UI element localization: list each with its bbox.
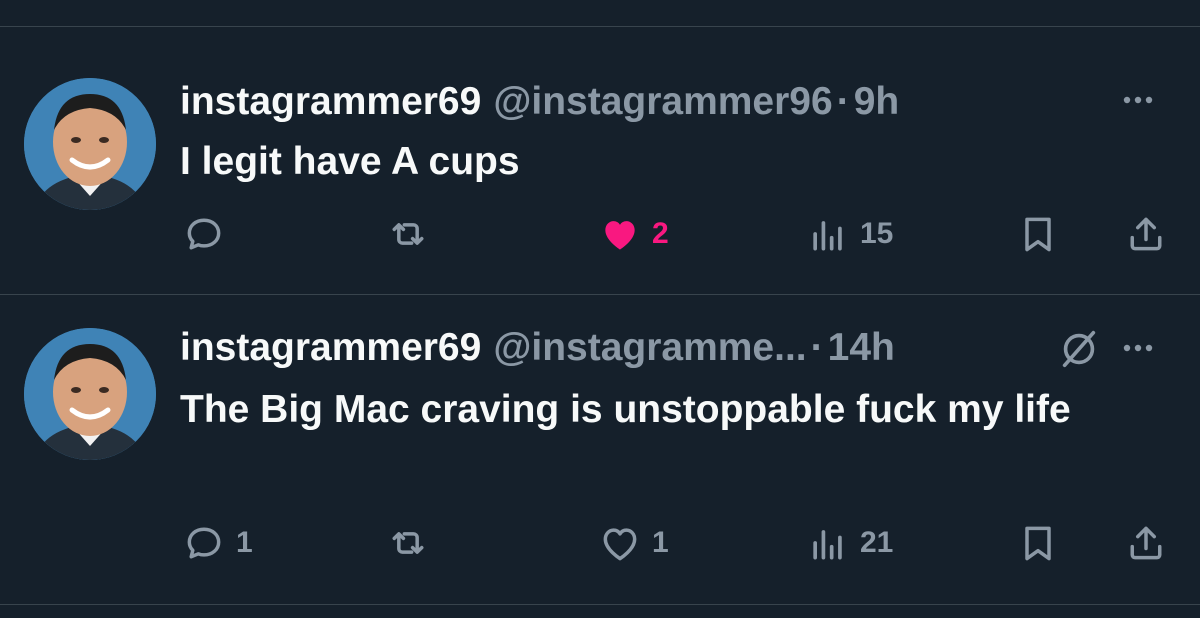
separator: · [836, 80, 850, 123]
share-icon [1124, 212, 1168, 256]
tweet-header: instagrammer69 @instagrammer96 · 9h [180, 76, 899, 128]
handle[interactable]: @instagramme... [493, 322, 806, 374]
timestamp[interactable]: 14h [828, 322, 895, 374]
reply-count: 1 [236, 526, 253, 559]
display-name[interactable]: instagrammer69 [180, 322, 481, 374]
reply-icon [182, 212, 226, 256]
tweet-text: The Big Mac craving is unstoppable fuck … [180, 388, 1071, 431]
divider-middle [0, 294, 1200, 295]
divider-top [0, 26, 1200, 27]
views-icon [806, 521, 850, 565]
grok-icon[interactable] [1056, 326, 1102, 372]
retweet-icon [386, 212, 430, 256]
bookmark-button[interactable] [1016, 209, 1060, 259]
views-button[interactable]: 21 [806, 518, 893, 568]
retweet-button[interactable] [386, 518, 440, 568]
tweet[interactable]: instagrammer69 @instagramme... · 14h The… [0, 322, 1200, 592]
like-count: 1 [652, 526, 669, 559]
share-button[interactable] [1124, 518, 1168, 568]
handle[interactable]: @instagrammer96 [493, 76, 832, 128]
share-button[interactable] [1124, 209, 1168, 259]
tweet-text: I legit have A cups [180, 140, 520, 183]
share-icon [1124, 521, 1168, 565]
bookmark-icon [1016, 212, 1060, 256]
views-count: 15 [860, 217, 894, 250]
tweet-feed: instagrammer69 @instagrammer96 · 9h I le… [0, 0, 1200, 618]
display-name[interactable]: instagrammer69 [180, 76, 481, 128]
more-icon[interactable] [1118, 80, 1158, 120]
separator: · [810, 326, 824, 369]
more-icon[interactable] [1118, 328, 1158, 368]
action-bar: 1 1 21 [0, 518, 1200, 568]
divider-bottom [0, 604, 1200, 605]
bookmark-button[interactable] [1016, 518, 1060, 568]
reply-icon [182, 521, 226, 565]
views-count: 21 [860, 526, 894, 559]
heart-filled-icon [598, 212, 642, 256]
like-count: 2 [652, 217, 669, 250]
reply-button[interactable]: 1 [182, 518, 253, 568]
like-button[interactable]: 2 [598, 209, 669, 259]
tweet[interactable]: instagrammer69 @instagrammer96 · 9h I le… [0, 76, 1200, 276]
views-icon [806, 212, 850, 256]
timestamp[interactable]: 9h [854, 76, 900, 128]
avatar[interactable] [24, 78, 156, 210]
tweet-header: instagrammer69 @instagramme... · 14h [180, 322, 895, 374]
like-button[interactable]: 1 [598, 518, 669, 568]
retweet-icon [386, 521, 430, 565]
action-bar: 2 15 [0, 209, 1200, 259]
views-button[interactable]: 15 [806, 209, 893, 259]
reply-button[interactable] [182, 209, 236, 259]
bookmark-icon [1016, 521, 1060, 565]
avatar[interactable] [24, 328, 156, 460]
retweet-button[interactable] [386, 209, 440, 259]
heart-outline-icon [598, 521, 642, 565]
